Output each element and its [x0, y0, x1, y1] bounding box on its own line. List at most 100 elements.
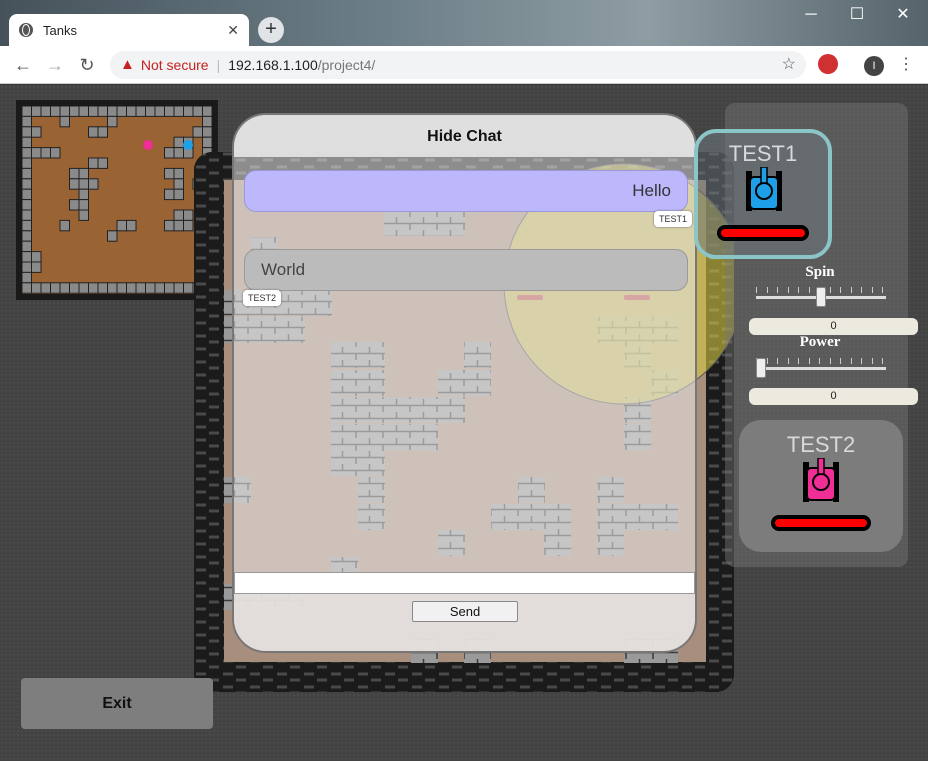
send-button[interactable]: Send [412, 601, 518, 622]
chat-message: Hello [244, 170, 688, 212]
maximize-icon[interactable]: ☐ [834, 4, 880, 28]
slider-tick [787, 287, 789, 293]
minimap-wall-tile [59, 106, 70, 117]
minimap-wall-tile [116, 282, 127, 294]
back-icon[interactable]: ← [12, 54, 34, 76]
chat-input[interactable] [234, 572, 695, 594]
minimap-wall-tile [183, 219, 194, 232]
power-slider-thumb[interactable] [756, 358, 766, 378]
hide-chat-button[interactable]: Hide Chat [234, 115, 695, 157]
minimap-wall-tile [69, 282, 80, 294]
globe-icon [19, 23, 33, 37]
spin-value: 0 [749, 318, 918, 335]
minimap-wall-tile [173, 178, 184, 190]
slider-tick [808, 287, 810, 293]
chat-sender-tag: TEST2 [243, 290, 282, 306]
power-value: 0 [749, 388, 918, 405]
minimap-wall-tile [154, 106, 165, 117]
slider-tick [861, 287, 862, 293]
minimap-wall-tile [173, 219, 184, 232]
extension-icon[interactable] [818, 54, 838, 74]
slider-tick [871, 358, 873, 364]
browser-menu-icon[interactable]: ⋮ [898, 54, 914, 74]
minimap-wall-tile [202, 136, 212, 149]
minimap-canvas [22, 106, 212, 294]
minimap-wall-tile [145, 282, 156, 294]
chat-footer: Send [234, 594, 695, 651]
minimap-wall-tile [135, 106, 146, 117]
tab-title: Tanks [43, 22, 77, 38]
address-bar[interactable]: ▲ Not secure | 192.168.1.100 /project4/ … [110, 51, 806, 79]
minimap-wall-tile [22, 178, 32, 190]
new-tab-button[interactable]: + [258, 17, 284, 43]
account-avatar[interactable]: I [864, 56, 884, 76]
minimap-wall-tile [22, 167, 32, 180]
minimap-wall-tile [145, 106, 156, 117]
slider-tick [798, 358, 799, 364]
minimap-wall-tile [22, 199, 32, 211]
slider-tick [777, 287, 778, 293]
minimap-wall-tile [22, 188, 32, 201]
close-tab-icon[interactable]: ✕ [227, 22, 239, 39]
minimap-wall-tile [135, 282, 146, 294]
minimap-wall-tile [88, 282, 99, 294]
minimap-wall-tile [126, 219, 137, 232]
not-secure-label: Not secure [140, 57, 209, 73]
minimap-wall-tile [78, 199, 89, 211]
minimap-wall-tile [22, 240, 32, 253]
minimap-wall-tile [183, 106, 194, 117]
close-window-icon[interactable]: ✕ [880, 4, 926, 28]
minimap-wall-tile [202, 115, 212, 128]
minimap-wall-tile [88, 126, 99, 138]
minimap-wall-tile [50, 106, 61, 117]
minimap-wall-tile [88, 178, 99, 190]
minimap-wall-tile [173, 147, 184, 159]
minimap-wall-tile [164, 106, 175, 117]
slider-tick [829, 287, 831, 293]
minimap-wall-tile [69, 199, 80, 211]
minimap-wall-tile [22, 106, 32, 117]
slider-tick [840, 287, 841, 293]
minimap-wall-tile [88, 106, 99, 117]
minimap-player-test2 [143, 140, 153, 150]
bookmark-star-icon[interactable]: ☆ [782, 51, 796, 79]
minimap-wall-tile [173, 209, 184, 221]
reload-icon[interactable]: ↻ [76, 54, 98, 76]
minimap-wall-tile [22, 147, 32, 159]
chat-message: World [244, 249, 688, 291]
minimap-wall-tile [107, 230, 118, 242]
slider-tick [808, 358, 810, 364]
warning-icon: ▲ [120, 56, 135, 73]
minimap-wall-tile [107, 115, 118, 128]
tab-tanks[interactable]: Tanks ✕ [9, 14, 249, 46]
minimap-wall-tile [126, 282, 137, 294]
health-bar [771, 515, 871, 531]
minimap-wall-tile [164, 282, 175, 294]
minimap-wall-tile [40, 282, 51, 294]
minimap-wall-tile [164, 188, 175, 201]
minimap-wall-tile [173, 167, 184, 180]
minimap-wall-tile [202, 126, 212, 138]
minimap-wall-tile [31, 261, 42, 273]
exit-button[interactable]: Exit [21, 678, 213, 729]
browser-toolbar: ← → ↻ ▲ Not secure | 192.168.1.100 /proj… [0, 46, 928, 84]
minimap-wall-tile [31, 251, 42, 263]
minimap-wall-tile [97, 126, 108, 138]
minimize-icon[interactable]: ─ [788, 4, 834, 28]
minimap-wall-tile [183, 209, 194, 221]
minimap-wall-tile [40, 147, 51, 159]
minimap-wall-tile [31, 147, 42, 159]
url-host: 192.168.1.100 [228, 57, 318, 73]
minimap-wall-tile [31, 126, 42, 138]
power-slider[interactable] [756, 354, 886, 384]
spin-slider-thumb[interactable] [816, 287, 826, 307]
spin-slider[interactable] [756, 283, 886, 313]
slider-tick [840, 358, 841, 364]
minimap-wall-tile [69, 178, 80, 190]
slider-tick [798, 287, 799, 293]
forward-icon[interactable]: → [44, 54, 66, 76]
player-name: TEST2 [786, 432, 856, 457]
minimap-wall-tile [22, 136, 32, 149]
minimap-player-test1 [183, 140, 193, 150]
minimap-wall-tile [50, 282, 61, 294]
